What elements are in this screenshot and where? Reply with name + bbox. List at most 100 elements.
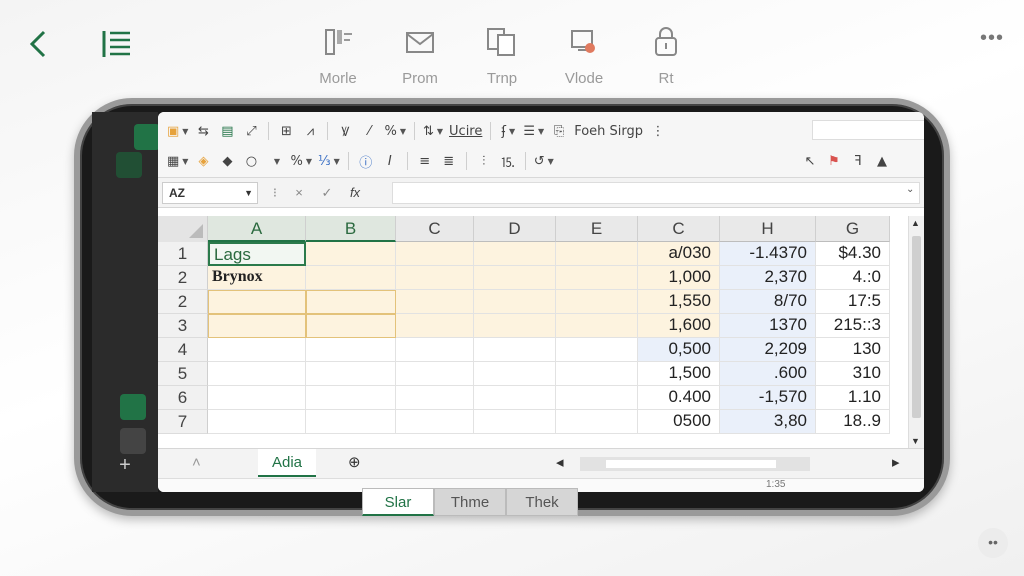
table-cell[interactable]: [208, 386, 306, 410]
format-dropdown[interactable]: Ucire: [446, 119, 485, 143]
collapse-icon[interactable]: ▲: [870, 149, 894, 173]
row-header[interactable]: 6: [158, 386, 208, 410]
table-cell[interactable]: [208, 338, 306, 362]
table-cell[interactable]: [306, 338, 396, 362]
table-cell[interactable]: [306, 386, 396, 410]
table-cell[interactable]: [474, 314, 556, 338]
formula-expand-icon[interactable]: ⌄: [906, 184, 914, 195]
function-fx-icon[interactable]: fx: [344, 182, 366, 204]
tab-right-icon[interactable]: ▸: [878, 449, 914, 477]
formula-input[interactable]: [392, 182, 920, 204]
table-icon[interactable]: ▤: [215, 119, 239, 143]
table-cell[interactable]: 215::3: [816, 314, 890, 338]
table-cell[interactable]: 0500: [638, 410, 720, 434]
table-cell[interactable]: [474, 338, 556, 362]
table-cell[interactable]: -1.4370: [720, 242, 816, 266]
row-header[interactable]: 2: [158, 266, 208, 290]
table-cell[interactable]: 1,600: [638, 314, 720, 338]
table-cell[interactable]: 130: [816, 338, 890, 362]
table-cell[interactable]: -1,570: [720, 386, 816, 410]
column-header[interactable]: H: [720, 216, 816, 242]
table-cell[interactable]: 1370: [720, 314, 816, 338]
cancel-icon[interactable]: ×: [288, 182, 310, 204]
row-header[interactable]: 2: [158, 290, 208, 314]
more-bottom-icon[interactable]: ••: [978, 528, 1008, 558]
ribbon-search-input[interactable]: [812, 120, 924, 140]
insert-icon[interactable]: ⎘: [547, 119, 571, 143]
table-cell[interactable]: [208, 410, 306, 434]
tool-layout[interactable]: Morle: [300, 24, 376, 94]
name-box[interactable]: AZ ▼: [162, 182, 258, 204]
table-cell[interactable]: 0.400: [638, 386, 720, 410]
list-icon[interactable]: ☰ ▼: [520, 119, 547, 143]
table-cell[interactable]: [556, 338, 638, 362]
table-cell[interactable]: [306, 314, 396, 338]
table-cell[interactable]: [396, 386, 474, 410]
more-ribbon-icon[interactable]: ⋮: [646, 119, 670, 143]
scrollbar-thumb[interactable]: [912, 236, 921, 418]
table-cell[interactable]: [208, 290, 306, 314]
table-cell[interactable]: [306, 266, 396, 290]
table-cell[interactable]: [208, 314, 306, 338]
row-header[interactable]: 4: [158, 338, 208, 362]
sort-icon[interactable]: ⇅ ▼: [420, 119, 446, 143]
table-cell[interactable]: 3,80: [720, 410, 816, 434]
table-cell[interactable]: a/030: [638, 242, 720, 266]
italic-icon[interactable]: I: [378, 149, 402, 173]
borders-icon[interactable]: ⊞: [274, 119, 298, 143]
table-cell[interactable]: 4.:0: [816, 266, 890, 290]
table-cell[interactable]: [474, 242, 556, 266]
home-icon[interactable]: [120, 394, 146, 420]
column-header[interactable]: C: [638, 216, 720, 242]
table-cell[interactable]: [208, 362, 306, 386]
table-cell[interactable]: [396, 362, 474, 386]
bottom-tab-1[interactable]: Slar: [362, 488, 434, 516]
add-icon[interactable]: +: [112, 452, 138, 478]
row-header[interactable]: 3: [158, 314, 208, 338]
table-cell[interactable]: [396, 290, 474, 314]
table-cell[interactable]: 1,500: [638, 362, 720, 386]
table-cell[interactable]: [556, 290, 638, 314]
app-icon[interactable]: [134, 124, 160, 150]
sheet-tab-active[interactable]: Adia: [258, 449, 317, 477]
align-left-icon[interactable]: ≡: [413, 149, 437, 173]
bottom-tab-2[interactable]: Thme: [434, 488, 506, 516]
number-icon[interactable]: ⒖: [496, 149, 520, 173]
wrap-icon[interactable]: ⫶: [472, 149, 496, 173]
table-cell[interactable]: [556, 314, 638, 338]
italic-format-icon[interactable]: ⁄: [357, 119, 381, 143]
paste-icon[interactable]: ▣ ▼: [164, 119, 191, 143]
percent-format-icon[interactable]: % ▼: [287, 149, 315, 173]
horizontal-scrollbar[interactable]: [580, 457, 810, 471]
more-options-icon[interactable]: •••: [980, 28, 1008, 48]
percent-icon[interactable]: % ▼: [381, 119, 409, 143]
function-icon[interactable]: ꟻ: [846, 149, 870, 173]
table-cell[interactable]: [474, 386, 556, 410]
enter-icon[interactable]: ✓: [316, 182, 338, 204]
cursor-icon[interactable]: ↖: [798, 149, 822, 173]
select-all-corner[interactable]: [158, 216, 208, 242]
scroll-up-icon[interactable]: ▲: [911, 218, 920, 228]
table-cell[interactable]: [396, 314, 474, 338]
column-header[interactable]: G: [816, 216, 890, 242]
table-cell[interactable]: 310: [816, 362, 890, 386]
table-cell[interactable]: [396, 266, 474, 290]
table-cell[interactable]: [556, 266, 638, 290]
row-header[interactable]: 5: [158, 362, 208, 386]
table-cell[interactable]: 1,550: [638, 290, 720, 314]
table-cell[interactable]: 17:5: [816, 290, 890, 314]
row-header[interactable]: 7: [158, 410, 208, 434]
column-header[interactable]: C: [396, 216, 474, 242]
table-cell[interactable]: 8/70: [720, 290, 816, 314]
vertical-scrollbar[interactable]: ▲ ▼: [908, 216, 924, 448]
table-cell[interactable]: .600: [720, 362, 816, 386]
cell-style-icon[interactable]: ▦ ▼: [164, 149, 191, 173]
table-cell[interactable]: 2,370: [720, 266, 816, 290]
table-cell[interactable]: 18..9: [816, 410, 890, 434]
column-header[interactable]: E: [556, 216, 638, 242]
menu-list-button[interactable]: [100, 28, 134, 60]
table-cell[interactable]: [306, 410, 396, 434]
dropdown-icon[interactable]: ▼: [263, 149, 287, 173]
add-sheet-icon[interactable]: ⊕: [334, 449, 375, 477]
pin-icon[interactable]: ⚑: [822, 149, 846, 173]
